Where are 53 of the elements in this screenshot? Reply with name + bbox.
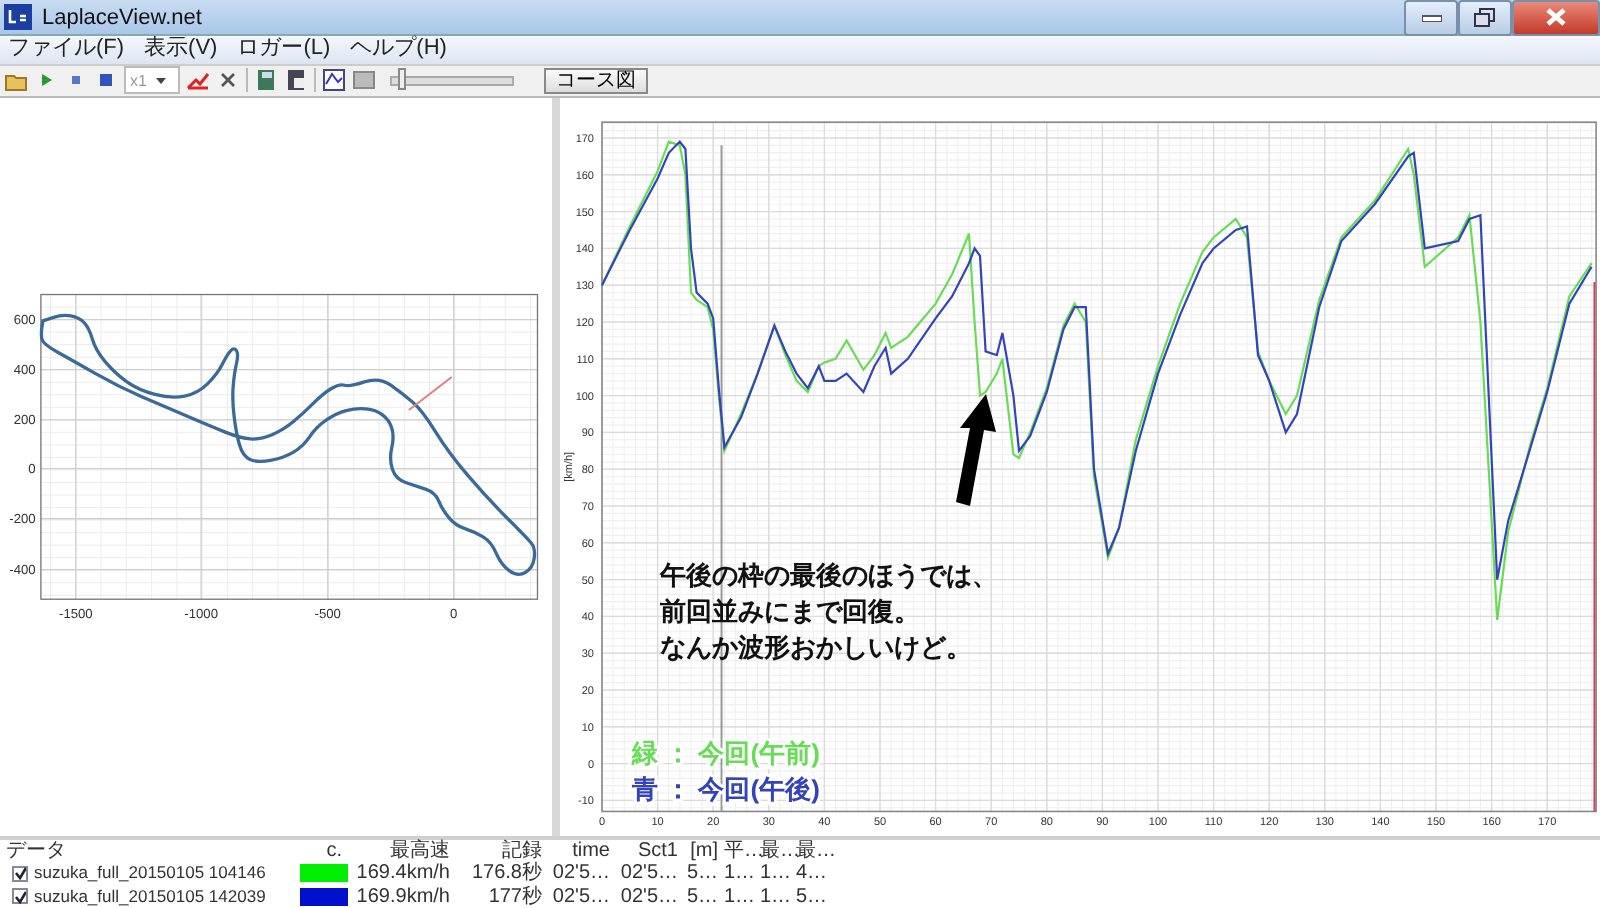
start-line xyxy=(407,376,453,411)
window-title: LaplaceView.net xyxy=(42,5,204,29)
column-header[interactable]: c. xyxy=(300,839,348,862)
column-header[interactable]: 最… xyxy=(760,839,796,862)
minimize-button[interactable] xyxy=(1404,0,1458,35)
table-cell-text: 176.8秒 xyxy=(469,862,544,885)
table-cell-text: 4… xyxy=(796,862,830,885)
table-cell-text: 02'5… xyxy=(618,862,680,885)
close-button[interactable] xyxy=(1512,0,1600,35)
restore-button[interactable] xyxy=(1458,0,1512,35)
row-checkbox[interactable] xyxy=(12,865,28,882)
table-cell-text: 177秒 xyxy=(486,885,544,908)
menu-item[interactable]: ファイル(F) xyxy=(8,36,125,63)
legend-label: 青 ： 今回(午後) xyxy=(632,773,820,803)
menu-item[interactable]: ロガー(L) xyxy=(237,36,331,63)
table-cell-text: 1… xyxy=(760,885,794,908)
menu-item[interactable]: ヘルプ(H) xyxy=(350,36,447,63)
table-cell-text: 1… xyxy=(724,862,758,885)
table-cell-text: 169.4km/h xyxy=(354,862,452,885)
course-map-button[interactable]: コース図 xyxy=(544,67,648,94)
column-header[interactable]: time xyxy=(548,839,616,862)
table-cell-text: 169.9km/h xyxy=(354,885,452,908)
table-cell: suzuka_full_20150105 142039 xyxy=(34,885,266,908)
close-icon xyxy=(1546,8,1566,26)
menu-item[interactable]: 表示(V) xyxy=(144,36,218,63)
column-header[interactable]: Sct1 xyxy=(616,839,684,862)
chart-pen-icon[interactable] xyxy=(186,68,210,93)
book-icon[interactable] xyxy=(254,68,278,93)
slider-thumb[interactable] xyxy=(397,67,406,90)
table-cell-text: 02'5… xyxy=(618,885,680,908)
table-cell-text: 02'5… xyxy=(550,885,612,908)
row-checkbox[interactable] xyxy=(12,888,28,905)
graph-icon[interactable] xyxy=(322,68,346,93)
restore-icon xyxy=(1474,7,1496,27)
app-icon xyxy=(4,4,32,30)
caret-icon xyxy=(156,77,167,84)
column-header[interactable]: 最… xyxy=(796,839,832,862)
pointer-arrow xyxy=(956,393,996,505)
column-header[interactable]: [m] xyxy=(684,839,724,862)
table-cell: suzuka_full_20150105 104146 xyxy=(34,862,266,885)
table-cell-text: 02'5… xyxy=(550,862,612,885)
annotation-note: 午後の枠の最後のほうでは、 前回並みにまで回復。 なんか波形おかしいけど。 xyxy=(660,559,998,661)
document-icon[interactable] xyxy=(284,68,308,93)
minimize-icon xyxy=(1421,13,1441,21)
column-header[interactable]: データ xyxy=(0,839,300,862)
table-cell-text: 5… xyxy=(684,885,720,908)
column-header[interactable]: 平… xyxy=(724,839,760,862)
column-header[interactable]: 最高速 xyxy=(348,839,456,862)
table-cell-text: 1… xyxy=(760,862,794,885)
table-cell-text: 5… xyxy=(796,885,830,908)
table-cell-text: 5… xyxy=(684,862,720,885)
table-cell-text: 1… xyxy=(724,885,758,908)
column-header[interactable]: 記録 xyxy=(456,839,548,862)
